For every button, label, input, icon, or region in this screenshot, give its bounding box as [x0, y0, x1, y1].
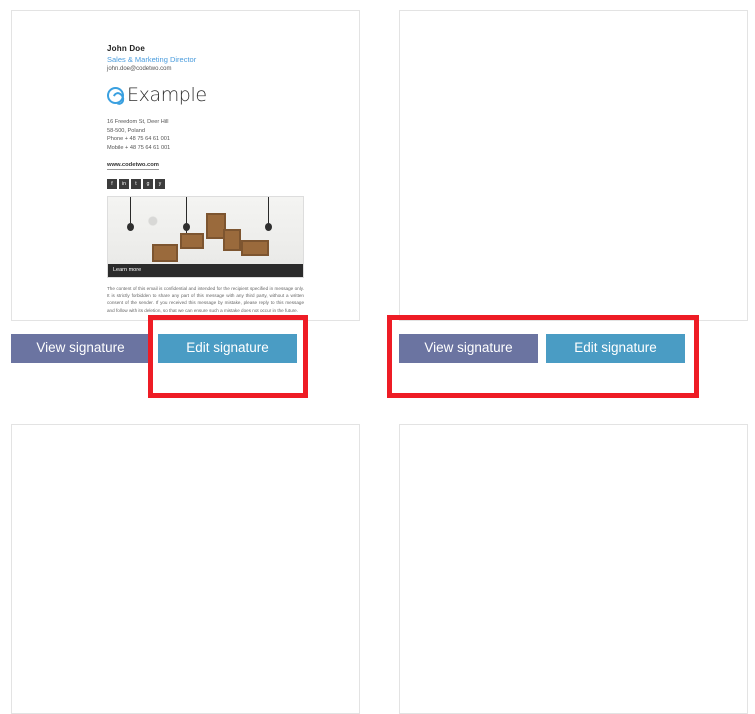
company-logo: Example: [107, 84, 307, 106]
logo-text: Example: [127, 84, 207, 106]
signature-preview-1: John Doe Sales & Marketing Director john…: [11, 10, 360, 321]
signature-content-1: John Doe Sales & Marketing Director john…: [107, 44, 307, 314]
example-circle-icon: [107, 86, 124, 104]
signature-card-2[interactable]: John Doe Sales & Marketing Director EXAM…: [399, 10, 748, 321]
signature-title: Sales & Marketing Director: [107, 55, 197, 64]
signature-preview-3: Example John Doe Sales & Marketing Direc…: [11, 424, 360, 714]
edit-signature-highlight: [148, 315, 308, 398]
mobile-line: Mobile + 48 75 64 61 001: [107, 144, 171, 151]
address-line-2: 58-500, Poland: [107, 127, 145, 134]
signature-email: john.doe@codetwo.com: [107, 66, 172, 72]
phone-line: Phone + 48 75 64 61 001: [107, 136, 170, 143]
banner-cta[interactable]: Learn more: [108, 263, 303, 277]
view-signature-button[interactable]: View signature: [11, 334, 150, 363]
signature-card-4[interactable]: John Doe Marketing Specialist Example CC…: [399, 424, 748, 714]
signature-preview-4: John Doe Marketing Specialist Example CC…: [399, 424, 748, 714]
both-buttons-highlight: [387, 315, 699, 398]
signature-preview-2: John Doe Sales & Marketing Director EXAM…: [399, 10, 748, 321]
twitter-icon[interactable]: t: [131, 178, 141, 189]
signature-banner-image[interactable]: Learn more: [107, 195, 304, 278]
signature-name: John Doe: [107, 44, 146, 53]
youtube-icon[interactable]: y: [155, 178, 165, 189]
signature-gallery-page: John Doe Sales & Marketing Director john…: [0, 0, 755, 714]
signature-website[interactable]: www.codetwo.com: [107, 162, 159, 170]
signature-card-3[interactable]: Example John Doe Sales & Marketing Direc…: [11, 424, 360, 714]
googleplus-icon[interactable]: g: [143, 178, 153, 189]
crate-shape: [180, 232, 204, 249]
signature-card-1[interactable]: John Doe Sales & Marketing Director john…: [11, 10, 360, 321]
crate-shape: [241, 239, 269, 256]
signature-address: 16 Freedom St, Deer Hill 58-500, Poland …: [107, 118, 307, 153]
signature-disclaimer: The content of this email is confidentia…: [107, 285, 304, 313]
linkedin-icon[interactable]: in: [119, 178, 129, 189]
facebook-icon[interactable]: f: [107, 178, 117, 189]
lamp-icon: [127, 196, 134, 231]
lamp-icon: [183, 196, 190, 235]
lamp-icon: [265, 196, 272, 231]
address-line-1: 16 Freedom St, Deer Hill: [107, 119, 169, 125]
crate-shape: [152, 243, 178, 262]
social-icons: f in t g y: [107, 178, 307, 189]
crate-shape: [223, 228, 241, 251]
